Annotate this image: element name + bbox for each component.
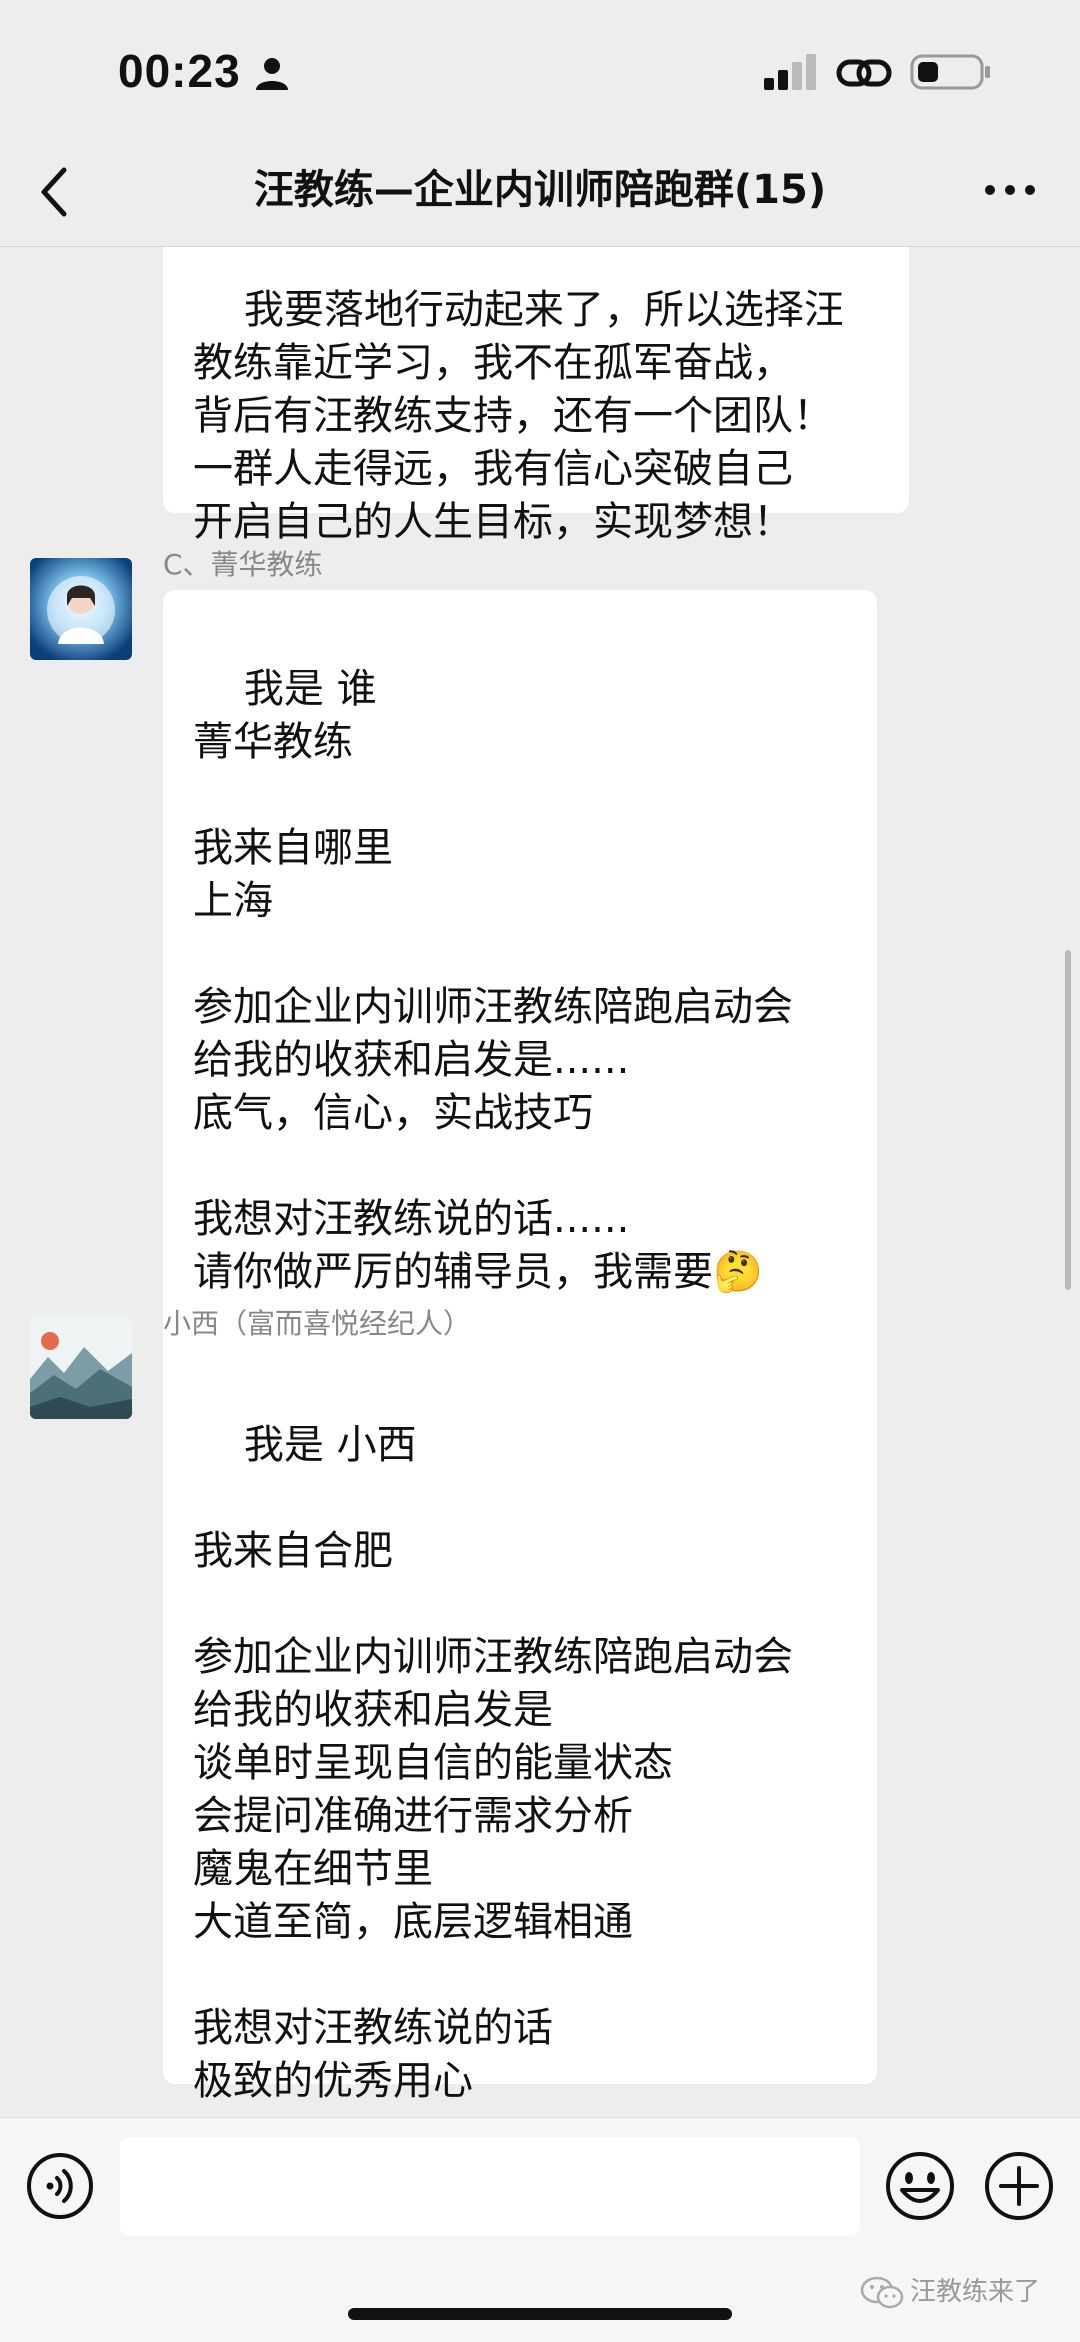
avatar[interactable] xyxy=(30,1317,132,1419)
link-icon xyxy=(836,59,892,87)
watermark-text: 汪教练来了 xyxy=(910,2277,1041,2307)
plus-icon[interactable] xyxy=(983,2150,1055,2222)
more-icon[interactable] xyxy=(982,168,1038,212)
message-text: 我是 小西 我来自合肥 参加企业内训师汪教练陪跑启动会 给我的收获和启发是 谈单… xyxy=(193,1422,793,2104)
message-bubble[interactable]: 我是 小西 我来自合肥 参加企业内训师汪教练陪跑启动会 给我的收获和启发是 谈单… xyxy=(163,1350,877,2104)
wechat-logo-icon xyxy=(860,2276,904,2309)
sender-name: 小西（富而喜悦经纪人） xyxy=(163,1307,472,1340)
person-icon xyxy=(256,58,288,90)
signal-icon xyxy=(764,54,816,90)
chat-title: 汪教练—企业内训师陪跑群(15) xyxy=(253,167,827,213)
status-time: 00:23 xyxy=(118,45,241,97)
battery-icon xyxy=(910,54,990,90)
message-bubble[interactable]: 我要落地行动起来了，所以选择汪 教练靠近学习，我不在孤军奋战， 背后有汪教练支持… xyxy=(163,247,909,545)
avatar-image xyxy=(30,558,132,660)
message-text: 我是 谁 菁华教练 我来自哪里 上海 参加企业内训师汪教练陪跑启动会 给我的收获… xyxy=(193,666,793,1295)
message-input[interactable] xyxy=(120,2137,860,2236)
scrollbar[interactable] xyxy=(1065,950,1071,1290)
emoji-icon[interactable] xyxy=(884,2150,956,2222)
avatar-image xyxy=(30,1317,132,1419)
chat-area[interactable]: 我要落地行动起来了，所以选择汪 教练靠近学习，我不在孤军奋战， 背后有汪教练支持… xyxy=(0,247,1080,2117)
avatar[interactable] xyxy=(30,558,132,660)
sender-name: C、菁华教练 xyxy=(163,548,323,581)
voice-icon[interactable] xyxy=(26,2152,94,2220)
home-indicator[interactable] xyxy=(348,2308,732,2320)
status-bar: 00:23 xyxy=(0,0,1080,150)
message-text: 我要落地行动起来了，所以选择汪 教练靠近学习，我不在孤军奋战， 背后有汪教练支持… xyxy=(193,287,844,545)
